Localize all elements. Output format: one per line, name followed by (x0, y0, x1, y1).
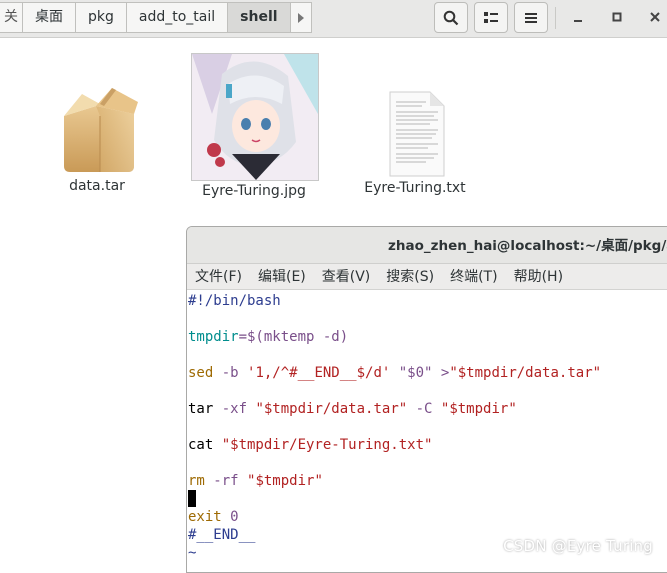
close-button[interactable] (643, 4, 667, 30)
breadcrumb-forward-button[interactable] (290, 2, 312, 33)
terminal-content[interactable]: #!/bin/bash tmpdir=$(mktemp -d) sed -b '… (187, 290, 667, 562)
code-line: #!/bin/bash (188, 293, 281, 309)
minimize-icon (574, 20, 582, 22)
code-line: rm -rf "$tmpdir" (188, 473, 323, 489)
breadcrumb-pkg[interactable]: pkg (76, 2, 127, 33)
terminal-title: zhao_zhen_hai@localhost:~/桌面/pkg/add (187, 227, 667, 264)
file-name: Eyre-Turing.txt (364, 180, 466, 196)
view-mode-button[interactable] (474, 2, 508, 33)
file-item-data-tar[interactable]: data.tar (50, 84, 144, 194)
watermark: CSDN @Eyre Turing (503, 537, 653, 555)
breadcrumb: 关 桌面 pkg add_to_tail shell (0, 2, 312, 33)
search-icon (443, 10, 459, 25)
code-line: exit 0 (188, 509, 239, 525)
chevron-right-icon (297, 12, 304, 23)
breadcrumb-shell[interactable]: shell (228, 2, 291, 33)
terminal-menubar: 文件(F) 编辑(E) 查看(V) 搜索(S) 终端(T) 帮助(H) (187, 264, 667, 290)
code-line: tmpdir=$(mktemp -d) (188, 329, 349, 345)
file-item-eyre-turing-jpg[interactable]: Eyre-Turing.jpg (187, 183, 321, 199)
file-name: data.tar (69, 178, 125, 194)
close-icon (650, 12, 660, 22)
header-separator (555, 7, 556, 29)
menu-file[interactable]: 文件(F) (195, 264, 242, 289)
archive-box-icon (64, 88, 138, 172)
breadcrumb-desktop[interactable]: 桌面 (23, 2, 76, 33)
file-name: Eyre-Turing.jpg (202, 183, 306, 199)
breadcrumb-add-to-tail[interactable]: add_to_tail (126, 2, 229, 33)
breadcrumb-prev[interactable]: 关 (0, 2, 23, 33)
hamburger-icon (525, 12, 537, 23)
code-line: tar -xf "$tmpdir/data.tar" -C "$tmpdir" (188, 401, 517, 417)
search-button[interactable] (434, 2, 468, 33)
menu-terminal[interactable]: 终端(T) (450, 264, 497, 289)
file-thumbnail-frame[interactable] (191, 53, 319, 181)
anime-girl-image-thumbnail (192, 54, 318, 180)
cursor-line (188, 490, 667, 508)
menu-edit[interactable]: 编辑(E) (258, 264, 306, 289)
menu-view[interactable]: 查看(V) (322, 264, 371, 289)
menu-help[interactable]: 帮助(H) (514, 264, 563, 289)
code-line: cat "$tmpdir/Eyre-Turing.txt" (188, 437, 433, 453)
terminal-window[interactable]: zhao_zhen_hai@localhost:~/桌面/pkg/add 文件(… (186, 226, 667, 573)
file-manager-header: 关 桌面 pkg add_to_tail shell (0, 0, 667, 38)
maximize-icon (612, 12, 622, 22)
text-document-icon (389, 91, 445, 177)
file-item-eyre-turing-txt[interactable]: Eyre-Turing.txt (360, 90, 470, 196)
text-cursor (188, 490, 196, 507)
menu-button[interactable] (514, 2, 548, 33)
grid-list-icon (484, 11, 498, 23)
maximize-button[interactable] (605, 4, 629, 30)
menu-search[interactable]: 搜索(S) (386, 264, 434, 289)
code-line: sed -b '1,/^#__END__$/d' "$0" >"$tmpdir/… (188, 365, 602, 381)
minimize-button[interactable] (566, 4, 590, 30)
